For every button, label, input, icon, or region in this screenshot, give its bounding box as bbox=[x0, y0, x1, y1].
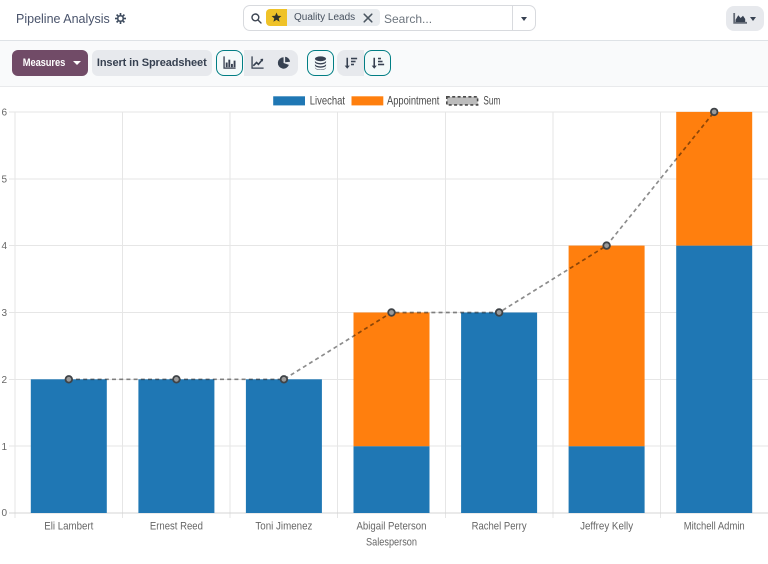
svg-text:1: 1 bbox=[1, 442, 7, 453]
svg-text:Mitchell Admin: Mitchell Admin bbox=[684, 521, 745, 533]
svg-text:Sum: Sum bbox=[483, 94, 500, 108]
svg-text:0: 0 bbox=[1, 508, 7, 519]
svg-text:2: 2 bbox=[1, 375, 7, 386]
svg-text:Appointment: Appointment bbox=[387, 94, 440, 108]
svg-text:Rachel Perry: Rachel Perry bbox=[472, 521, 527, 533]
svg-text:3: 3 bbox=[1, 308, 7, 319]
svg-text:6: 6 bbox=[1, 108, 7, 119]
svg-text:Toni Jimenez: Toni Jimenez bbox=[255, 521, 312, 533]
svg-text:Salesperson: Salesperson bbox=[366, 537, 417, 549]
svg-text:5: 5 bbox=[1, 174, 7, 185]
svg-text:Jeffrey Kelly: Jeffrey Kelly bbox=[580, 521, 633, 533]
svg-text:Abigail Peterson: Abigail Peterson bbox=[357, 521, 427, 533]
svg-text:Eli Lambert: Eli Lambert bbox=[44, 521, 93, 533]
svg-text:Livechat: Livechat bbox=[310, 94, 346, 108]
svg-text:4: 4 bbox=[1, 241, 7, 252]
svg-text:Ernest Reed: Ernest Reed bbox=[150, 521, 203, 533]
